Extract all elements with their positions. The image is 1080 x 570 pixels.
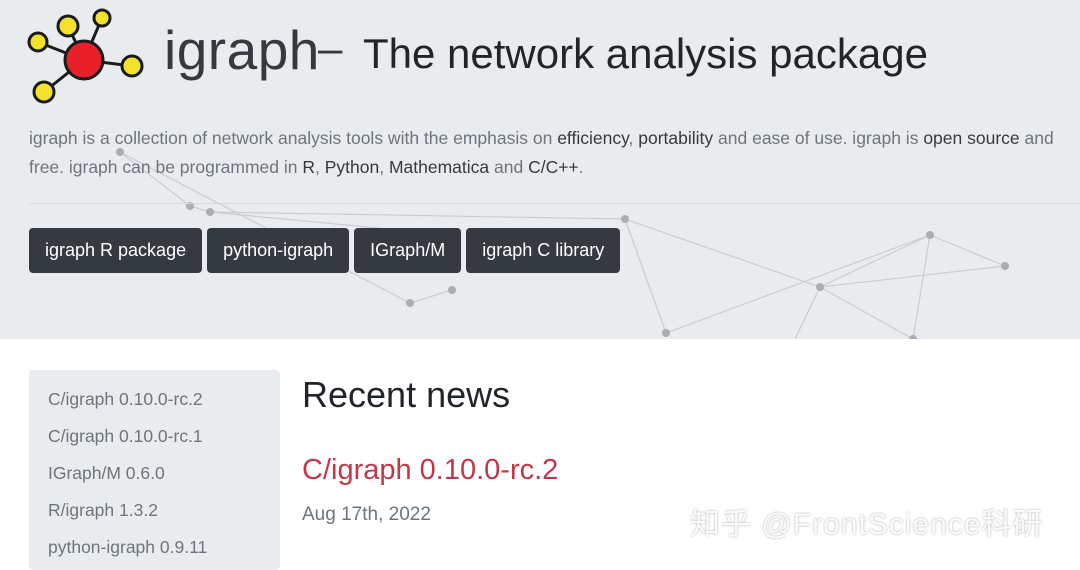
intro-text: and xyxy=(489,157,529,177)
sidebar-item-python-igraph[interactable]: python-igraph 0.9.11 xyxy=(48,537,207,558)
emphasis-portability: portability xyxy=(638,128,714,148)
recent-news-heading: Recent news xyxy=(302,374,511,415)
sidebar-item-r-igraph[interactable]: R/igraph 1.3.2 xyxy=(48,500,158,521)
emphasis-python: Python xyxy=(324,157,380,177)
hero-divider xyxy=(29,203,1080,204)
hero-banner: igraph – The network analysis package ig… xyxy=(0,0,1080,339)
intro-text: and ease of use. igraph is xyxy=(713,128,924,148)
intro-text: , xyxy=(379,157,389,177)
news-sidebar: C/igraph 0.10.0-rc.2 C/igraph 0.10.0-rc.… xyxy=(29,370,280,570)
r-package-button[interactable]: igraph R package xyxy=(29,228,203,273)
emphasis-efficiency: efficiency xyxy=(557,128,629,148)
python-igraph-button[interactable]: python-igraph xyxy=(207,228,350,273)
sidebar-item-c-igraph-rc1[interactable]: C/igraph 0.10.0-rc.1 xyxy=(48,426,203,447)
emphasis-r: R xyxy=(302,157,315,177)
sidebar-item-igraphm[interactable]: IGraph/M 0.6.0 xyxy=(48,463,165,484)
intro-text: , xyxy=(628,128,639,148)
igraph-logo-icon[interactable] xyxy=(26,6,152,106)
intro-text: . xyxy=(578,157,584,177)
watermark: 知乎 @FrontScience科研 xyxy=(690,508,1044,541)
emphasis-c: C/C++ xyxy=(528,157,579,177)
emphasis-open-source: open source xyxy=(923,128,1020,148)
site-tagline: The network analysis package xyxy=(363,30,928,77)
intro-paragraph: igraph is a collection of network analys… xyxy=(29,124,1074,182)
interface-buttons: igraph R package python-igraph IGraph/M … xyxy=(29,228,621,273)
intro-text: igraph is a collection of network analys… xyxy=(29,128,558,148)
igraphm-button[interactable]: IGraph/M xyxy=(354,228,462,273)
c-library-button[interactable]: igraph C library xyxy=(466,228,621,273)
emphasis-mathematica: Mathematica xyxy=(388,157,490,177)
site-title-igraph: igraph xyxy=(164,19,320,81)
intro-text: , xyxy=(314,157,325,177)
post-date: Aug 17th, 2022 xyxy=(302,504,431,525)
sidebar-item-c-igraph-rc2[interactable]: C/igraph 0.10.0-rc.2 xyxy=(48,389,203,410)
site-title-dash: – xyxy=(318,24,343,73)
post-title-link[interactable]: C/igraph 0.10.0-rc.2 xyxy=(302,454,558,487)
